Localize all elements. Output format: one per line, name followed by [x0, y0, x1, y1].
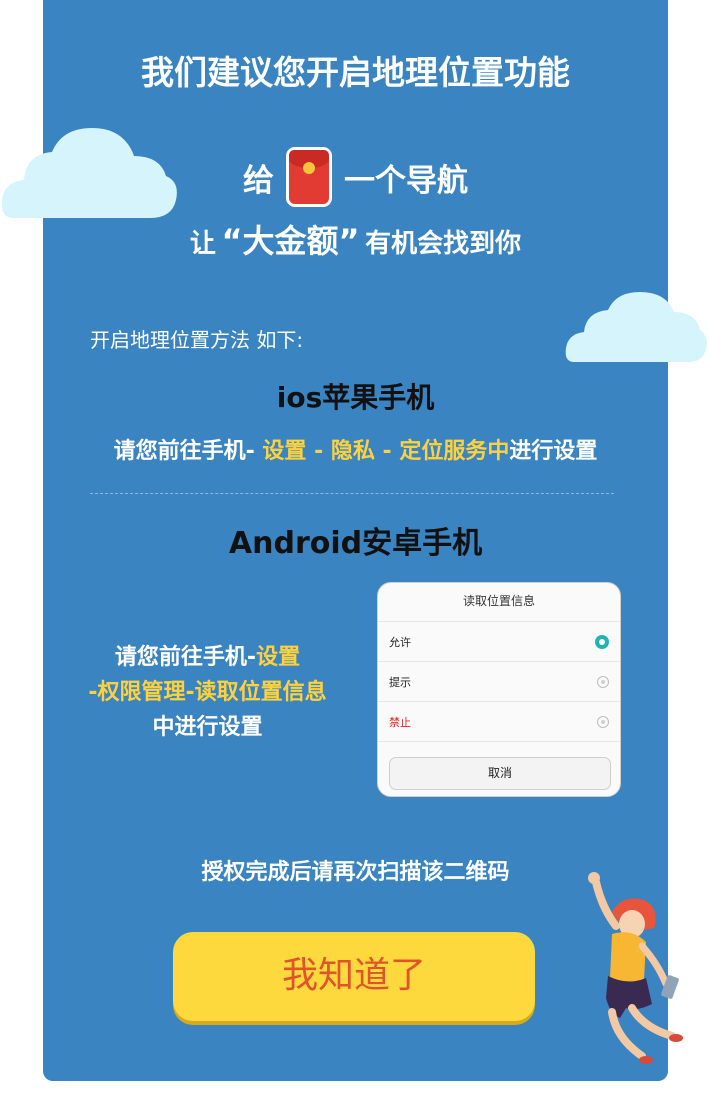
permission-dialog-example: 读取位置信息 允许 提示 禁止 取消: [377, 582, 621, 797]
permission-option-label: 禁止: [389, 715, 411, 729]
red-envelope-icon: [286, 147, 332, 207]
ios-step-privacy: 隐私: [330, 439, 375, 464]
radio-unselected-icon: [597, 675, 609, 688]
dialog-title: 我们建议您开启地理位置功能: [141, 53, 570, 92]
android-step-permissions: -权限管理-读取位置信息: [88, 680, 327, 705]
promo-give-text: 给: [243, 162, 274, 199]
promo-quote-open: “: [221, 222, 243, 260]
promo-line-2: 让 “大金额” 有机会找到你: [43, 216, 668, 262]
permission-option-allow: 允许: [378, 622, 620, 662]
section-divider: [90, 493, 614, 494]
android-section-title: Android安卓手机: [228, 526, 483, 561]
promo-chance-text: 有机会找到你: [365, 229, 522, 259]
ios-sep-2: -: [374, 439, 400, 464]
cloud-right-decoration: [565, 292, 707, 362]
jumping-girl-illustration: [588, 872, 683, 1064]
confirm-button[interactable]: 我知道了: [173, 932, 535, 1021]
android-step-settings: 设置: [256, 645, 301, 670]
android-prefix: 请您前往手机-: [114, 645, 257, 670]
permission-option-label: 提示: [389, 675, 411, 689]
android-instructions: 请您前往手机-设置 -权限管理-读取位置信息 中进行设置: [60, 640, 355, 745]
ios-section-title: ios苹果手机: [276, 381, 435, 414]
permission-option-prompt: 提示: [378, 662, 620, 702]
ios-step-settings: 设置: [262, 439, 307, 464]
ios-suffix: 进行设置: [509, 439, 598, 464]
permission-option-deny: 禁止: [378, 702, 620, 742]
promo-line-1: 给 一个导航: [43, 146, 668, 208]
permission-dialog-title: 读取位置信息: [378, 583, 620, 622]
radio-selected-icon: [595, 634, 609, 649]
howto-label: 开启地理位置方法 如下:: [90, 328, 304, 352]
ios-instructions: 请您前往手机- 设置 - 隐私 - 定位服务中进行设置: [43, 433, 668, 465]
promo-amount-text: 大金额: [242, 222, 339, 260]
permission-option-label: 允许: [389, 635, 411, 649]
radio-unselected-icon: [597, 715, 609, 728]
permission-cancel-button: 取消: [389, 757, 611, 790]
rescan-instruction: 授权完成后请再次扫描该二维码: [201, 860, 510, 885]
promo-navigate-text: 一个导航: [344, 162, 468, 199]
ios-sep-1: -: [306, 439, 331, 464]
ios-step-location-services: 定位服务中: [399, 439, 510, 464]
android-suffix: 中进行设置: [152, 715, 263, 740]
ios-prefix: 请您前往手机-: [113, 439, 263, 464]
promo-let-text: 让: [189, 229, 216, 259]
promo-quote-close: ”: [338, 222, 360, 260]
